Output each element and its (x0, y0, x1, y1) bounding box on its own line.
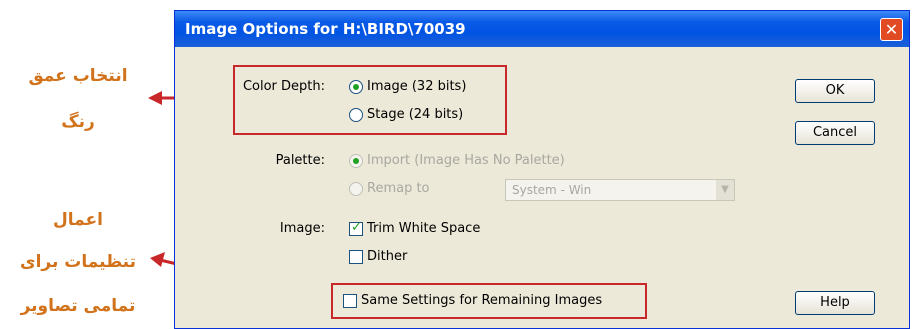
radio-import-label: Import (Image Has No Palette) (367, 153, 565, 168)
remap-palette-select[interactable]: System - Win ▼ (505, 179, 735, 201)
ok-button[interactable]: OK (795, 79, 875, 103)
title-bar[interactable]: Image Options for H:\BIRD\70039 ✕ (175, 11, 909, 47)
trim-white-space-label: Trim White Space (367, 221, 481, 236)
highlight-color-depth (233, 65, 507, 135)
checkbox-checked-icon (349, 220, 363, 236)
annotation-apply-line2: تنظیمات برای (20, 252, 136, 272)
close-icon: ✕ (884, 20, 899, 39)
help-button[interactable]: Help (795, 291, 875, 315)
annotation-apply-line3: تمامی تصاویر (20, 296, 136, 316)
palette-label: Palette: (275, 153, 325, 168)
checkbox-trim-white-space[interactable]: Trim White Space (349, 220, 481, 236)
annotation-apply-line1: اعمال (53, 210, 103, 230)
highlight-same-settings (331, 283, 647, 319)
dither-label: Dither (367, 249, 408, 264)
dialog-title: Image Options for H:\BIRD\70039 (185, 20, 466, 38)
annotation-color-depth-line2: رنگ (61, 112, 95, 132)
radio-remap-to[interactable]: Remap to (349, 181, 430, 196)
radio-disabled-icon (349, 181, 363, 196)
checkbox-dither[interactable]: Dither (349, 249, 407, 264)
chevron-down-icon[interactable]: ▼ (716, 180, 734, 200)
radio-import-palette[interactable]: Import (Image Has No Palette) (349, 153, 565, 168)
annotation-color-depth-line1: انتخاب عمق (28, 66, 128, 86)
image-label: Image: (279, 221, 325, 236)
radio-disabled-icon (349, 153, 363, 168)
close-button[interactable]: ✕ (880, 18, 903, 41)
cancel-button[interactable]: Cancel (795, 121, 875, 145)
image-options-dialog: Image Options for H:\BIRD\70039 ✕ Color … (174, 10, 910, 329)
checkbox-unchecked-icon (349, 249, 363, 264)
arrowhead-color-depth (148, 91, 162, 105)
radio-remap-label: Remap to (367, 181, 430, 196)
remap-palette-value: System - Win (512, 183, 592, 197)
arrowhead-same-settings (150, 252, 165, 267)
